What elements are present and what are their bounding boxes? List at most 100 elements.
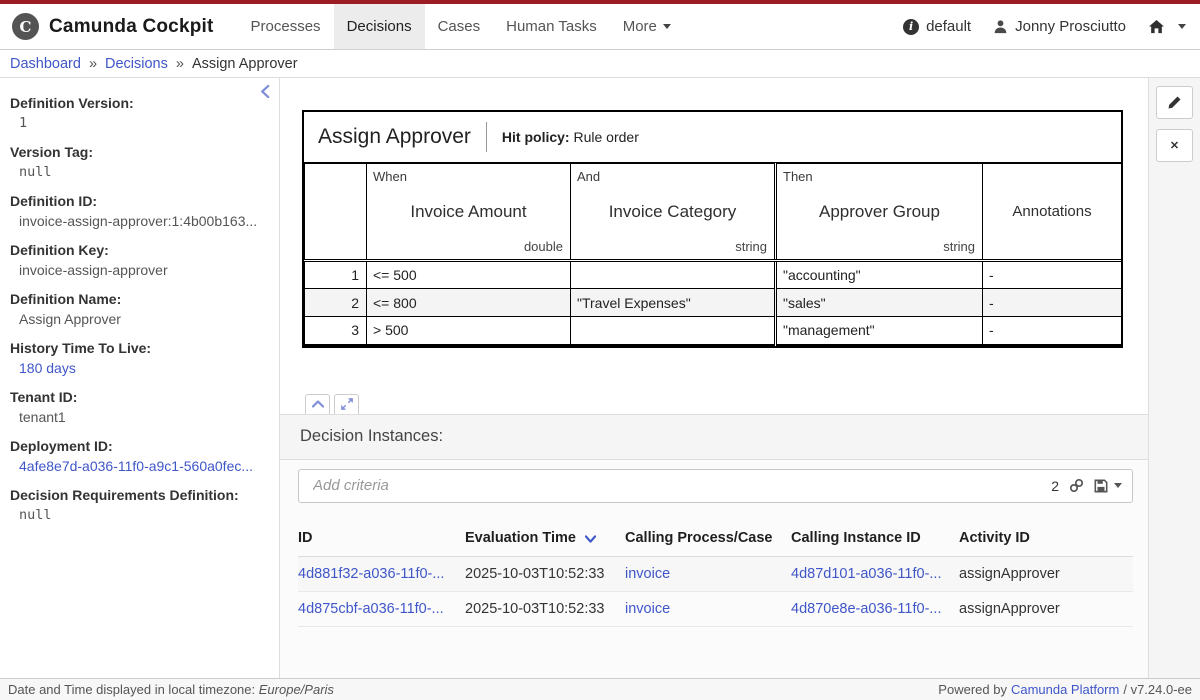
instances-header-row: ID Evaluation Time Calling Process/Case (298, 524, 1133, 557)
breadcrumb: Dashboard » Decisions » Assign Approver (0, 50, 1200, 78)
nav-item-decisions[interactable]: Decisions (334, 4, 425, 49)
calling-process-link[interactable]: invoice (625, 566, 670, 582)
dmn-output-column-approver-group: Then Approver Group string (776, 164, 983, 261)
field-label: Definition ID: (10, 193, 267, 209)
deployment-id-link[interactable]: 4afe8e7d-a036-11f0-a9c1-560a0fec... (19, 458, 253, 474)
rule-number: 3 (305, 317, 367, 345)
dmn-annotations-column: Annotations (983, 164, 1122, 261)
sidebar-collapse-button[interactable] (254, 81, 276, 101)
field-value: tenant1 (10, 409, 267, 425)
decision-instances-table: ID Evaluation Time Calling Process/Case (298, 524, 1133, 627)
nav-item-processes[interactable]: Processes (238, 4, 334, 49)
dmn-rule-row: 1 <= 500 "accounting" - (305, 261, 1122, 289)
sort-desc-icon (585, 531, 596, 547)
column-header-evaluation-time[interactable]: Evaluation Time (465, 524, 625, 557)
breadcrumb-separator: » (176, 56, 184, 72)
calling-process-link[interactable]: invoice (625, 601, 670, 617)
app-title: Camunda Cockpit (49, 16, 214, 38)
add-criteria-input[interactable] (299, 477, 1051, 494)
column-header-calling-instance-id[interactable]: Calling Instance ID (791, 524, 959, 557)
copy-search-link-button[interactable] (1069, 478, 1084, 493)
calling-instance-id-link[interactable]: 4d870e8e-a036-11f0-... (791, 601, 942, 617)
main-nav: Processes Decisions Cases Human Tasks Mo… (238, 4, 684, 49)
user-menu[interactable]: Jonny Prosciutto (993, 18, 1126, 35)
definition-sidebar: Definition Version: 1 Version Tag: null … (0, 78, 280, 678)
rule-cell: > 500 (367, 317, 571, 345)
breadcrumb-current: Assign Approver (192, 56, 298, 72)
collapse-panel-button[interactable] (305, 394, 330, 414)
camunda-platform-link[interactable]: Camunda Platform (1011, 682, 1119, 697)
hit-policy-label: Hit policy: (502, 129, 570, 145)
field-version-tag: Version Tag: null (10, 144, 267, 180)
dmn-table-view: Assign Approver Hit policy: Rule order (280, 78, 1148, 414)
field-value: 1 (10, 115, 267, 131)
rule-cell: "accounting" (776, 261, 983, 289)
field-value: Assign Approver (10, 311, 267, 327)
rule-cell: "sales" (776, 289, 983, 317)
rule-cell: - (983, 289, 1122, 317)
column-name: Annotations (983, 203, 1121, 220)
user-name: Jonny Prosciutto (1015, 18, 1126, 35)
column-header-calling-process[interactable]: Calling Process/Case (625, 524, 791, 557)
maximize-panel-button[interactable] (334, 394, 359, 414)
field-history-ttl: History Time To Live: 180 days (10, 340, 267, 376)
close-panel-button[interactable]: ✕ (1156, 129, 1193, 162)
nav-item-human-tasks[interactable]: Human Tasks (493, 4, 610, 49)
decision-instances-panel: 2 (280, 460, 1148, 679)
brand-home-link[interactable]: C Camunda Cockpit (12, 4, 214, 49)
dmn-number-column-head (305, 164, 367, 261)
rule-cell: - (983, 261, 1122, 289)
footer: Date and Time displayed in local timezon… (0, 678, 1200, 700)
rule-number: 2 (305, 289, 367, 317)
rule-cell: "management" (776, 317, 983, 345)
expand-icon (341, 398, 353, 410)
column-type: string (735, 239, 767, 254)
nav-item-cases[interactable]: Cases (425, 4, 494, 49)
search-controls: 2 (1051, 478, 1122, 494)
instance-id-link[interactable]: 4d881f32-a036-11f0-... (298, 566, 444, 582)
user-icon (993, 19, 1008, 34)
engine-selector[interactable]: i default (903, 18, 971, 35)
field-definition-key: Definition Key: invoice-assign-approver (10, 242, 267, 278)
hit-policy-value: Rule order (573, 129, 638, 145)
nav-item-more[interactable]: More (610, 4, 684, 49)
calling-instance-id-link[interactable]: 4d87d101-a036-11f0-... (791, 566, 942, 582)
diagram-view-controls (305, 394, 1124, 414)
nav-item-more-label: More (623, 18, 657, 35)
history-ttl-link[interactable]: 180 days (19, 360, 76, 376)
decision-content: Assign Approver Hit policy: Rule order (280, 78, 1148, 678)
dmn-table-title: Assign Approver (318, 125, 471, 149)
field-label: Definition Version: (10, 95, 267, 111)
divider (486, 122, 487, 152)
field-label: Definition Key: (10, 242, 267, 258)
column-name: Approver Group (777, 202, 982, 222)
column-header-label: Evaluation Time (465, 530, 576, 546)
chevron-down-icon (663, 24, 671, 29)
camunda-cockpit-screen: C Camunda Cockpit Processes Decisions Ca… (0, 0, 1200, 700)
dmn-rule-row: 3 > 500 "management" - (305, 317, 1122, 345)
timezone-label: Date and Time displayed in local timezon… (8, 682, 255, 697)
field-value: invoice-assign-approver (10, 262, 267, 278)
field-label: Definition Name: (10, 291, 267, 307)
rule-cell: <= 500 (367, 261, 571, 289)
field-label: Tenant ID: (10, 389, 267, 405)
field-definition-id: Definition ID: invoice-assign-approver:1… (10, 193, 267, 229)
timezone-value: Europe/Paris (259, 682, 334, 697)
edit-search-button[interactable] (1156, 86, 1193, 119)
breadcrumb-decisions[interactable]: Decisions (105, 56, 168, 72)
breadcrumb-dashboard[interactable]: Dashboard (10, 56, 81, 72)
rule-cell: - (983, 317, 1122, 345)
decision-instances-header: Decision Instances: (280, 414, 1148, 460)
column-type: double (524, 239, 563, 254)
home-menu[interactable] (1148, 19, 1186, 34)
field-drd: Decision Requirements Definition: null (10, 487, 267, 523)
column-header-id[interactable]: ID (298, 524, 465, 557)
column-header-activity-id[interactable]: Activity ID (959, 524, 1133, 557)
instance-id-link[interactable]: 4d875cbf-a036-11f0-... (298, 601, 444, 617)
powered-by: Powered by Camunda Platform / v7.24.0-ee (938, 682, 1192, 697)
clause-label: And (577, 169, 600, 184)
save-search-button[interactable] (1094, 479, 1122, 493)
activity-id: assignApprover (959, 556, 1133, 591)
clause-label: When (373, 169, 407, 184)
rule-cell: "Travel Expenses" (571, 289, 776, 317)
